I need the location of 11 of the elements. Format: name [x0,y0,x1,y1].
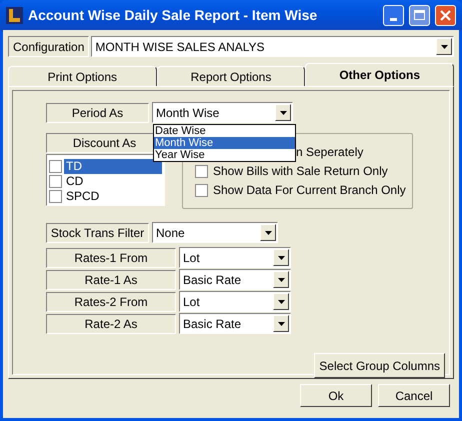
field-label: Stock Trans Filter [46,222,149,242]
field-label: Period As [46,102,149,122]
field-label: Rate-2 As [46,314,176,334]
field-label: Configuration [8,36,90,57]
option-label: Show Data For Current Branch Only [213,182,406,199]
option-label: n Seperately [296,145,364,159]
field-label: Rates-1 From [46,248,176,268]
option-label: Show Bills with Sale Return Only [213,163,388,180]
field-label: Rates-2 From [46,292,176,312]
field-label: Rate-1 As [46,270,176,290]
window-title: Account Wise Daily Sale Report - Item Wise [28,6,318,25]
